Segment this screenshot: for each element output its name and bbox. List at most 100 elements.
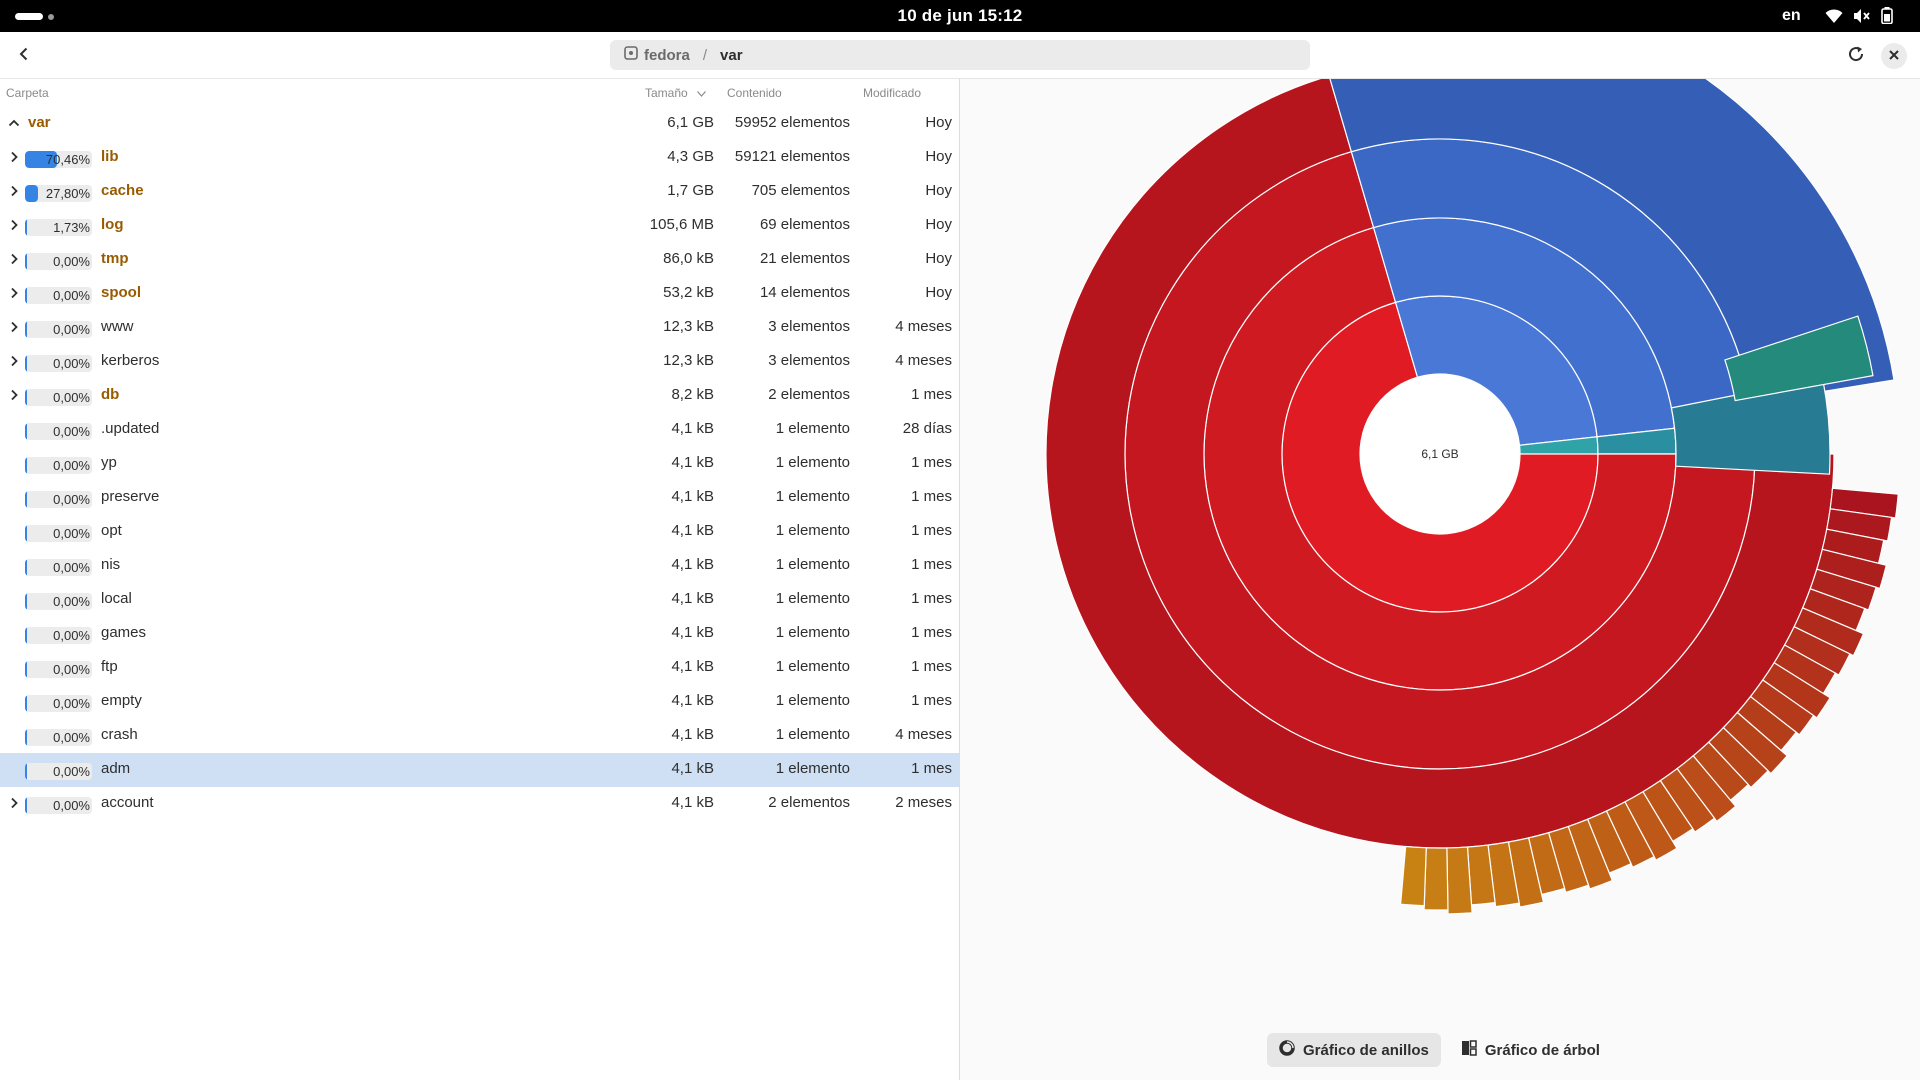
folder-modified: 1 mes — [911, 760, 952, 777]
folder-modified: Hoy — [925, 182, 952, 199]
usage-percent: 0,00% — [53, 254, 90, 269]
folder-content-count: 3 elementos — [768, 318, 850, 335]
table-row[interactable]: 0,00% opt 4,1 kB 1 elemento 1 mes — [0, 515, 959, 549]
ring-segment-tail[interactable] — [1446, 846, 1473, 915]
usage-bar: 70,46% — [25, 151, 92, 168]
chevron-right-icon[interactable] — [7, 354, 21, 368]
wifi-icon — [1825, 8, 1843, 29]
folder-size: 4,1 kB — [671, 624, 714, 641]
table-row[interactable]: 0,00% games 4,1 kB 1 elemento 1 mes — [0, 617, 959, 651]
folder-content-count: 1 elemento — [775, 590, 850, 607]
usage-bar: 0,00% — [25, 321, 92, 338]
table-row[interactable]: 0,00% www 12,3 kB 3 elementos 4 meses — [0, 311, 959, 345]
chevron-right-icon[interactable] — [7, 184, 21, 198]
folder-content-count: 59121 elementos — [734, 148, 850, 165]
tree-chart-icon — [1461, 1040, 1477, 1060]
close-button[interactable] — [1881, 43, 1907, 69]
table-row[interactable]: 0,00% tmp 86,0 kB 21 elementos Hoy — [0, 243, 959, 277]
table-row[interactable]: 1,73% log 105,6 MB 69 elementos Hoy — [0, 209, 959, 243]
chevron-right-icon[interactable] — [7, 252, 21, 266]
usage-bar: 0,00% — [25, 695, 92, 712]
usage-bar-fill — [25, 185, 38, 202]
folder-content-count: 1 elemento — [775, 760, 850, 777]
folder-content-count: 1 elemento — [775, 488, 850, 505]
system-tray[interactable] — [1825, 7, 1893, 29]
usage-bar: 0,00% — [25, 627, 92, 644]
usage-bar-fill — [25, 661, 27, 678]
folder-content-count: 14 elementos — [759, 284, 850, 301]
folder-size: 4,1 kB — [671, 488, 714, 505]
chevron-right-icon[interactable] — [7, 218, 21, 232]
table-row[interactable]: 0,00% kerberos 12,3 kB 3 elementos 4 meses — [0, 345, 959, 379]
battery-icon — [1881, 7, 1893, 29]
chevron-right-icon[interactable] — [7, 388, 21, 402]
folder-size: 86,0 kB — [663, 250, 714, 267]
tree-chart-button[interactable]: Gráfico de árbol — [1449, 1033, 1612, 1067]
folder-content-count: 59952 elementos — [734, 114, 850, 131]
folder-content-count: 3 elementos — [768, 352, 850, 369]
table-row[interactable]: 27,80% cache 1,7 GB 705 elementos Hoy — [0, 175, 959, 209]
chevron-right-icon[interactable] — [7, 320, 21, 334]
folder-modified: 1 mes — [911, 488, 952, 505]
folder-content-count: 1 elemento — [775, 522, 850, 539]
usage-percent: 0,00% — [53, 356, 90, 371]
table-row[interactable]: 0,00% spool 53,2 kB 14 elementos Hoy — [0, 277, 959, 311]
system-top-bar: 10 de jun 15:12 en — [0, 0, 1920, 32]
table-row[interactable]: 0,00% empty 4,1 kB 1 elemento 1 mes — [0, 685, 959, 719]
table-row[interactable]: 0,00% preserve 4,1 kB 1 elemento 1 mes — [0, 481, 959, 515]
usage-percent: 0,00% — [53, 696, 90, 711]
table-row[interactable]: 70,46% lib 4,3 GB 59121 elementos Hoy — [0, 141, 959, 175]
folder-size: 12,3 kB — [663, 352, 714, 369]
folder-name: spool — [101, 284, 141, 301]
table-row[interactable]: 0,00% yp 4,1 kB 1 elemento 1 mes — [0, 447, 959, 481]
usage-bar-fill — [25, 559, 27, 576]
breadcrumb-current[interactable]: var — [720, 47, 743, 64]
usage-bar: 0,00% — [25, 763, 92, 780]
ring-segment-tail[interactable] — [1399, 845, 1427, 907]
back-button[interactable] — [8, 40, 40, 72]
usage-percent: 0,00% — [53, 662, 90, 677]
table-row-root[interactable]: var 6,1 GB 59952 elementos Hoy — [0, 107, 959, 141]
folder-modified: 1 mes — [911, 522, 952, 539]
folder-list: Carpeta Tamaño Contenido Modificado var … — [0, 79, 959, 1080]
usage-percent: 0,00% — [53, 628, 90, 643]
table-row[interactable]: 0,00% ftp 4,1 kB 1 elemento 1 mes — [0, 651, 959, 685]
column-header-size[interactable]: Tamaño — [645, 86, 706, 100]
usage-bar-fill — [25, 491, 27, 508]
table-row[interactable]: 0,00% .updated 4,1 kB 1 elemento 28 días — [0, 413, 959, 447]
table-row[interactable]: 0,00% crash 4,1 kB 1 elemento 4 meses — [0, 719, 959, 753]
folder-name: account — [101, 794, 154, 811]
table-row[interactable]: 0,00% adm 4,1 kB 1 elemento 1 mes — [0, 753, 959, 787]
table-row[interactable]: 0,00% nis 4,1 kB 1 elemento 1 mes — [0, 549, 959, 583]
clock[interactable]: 10 de jun 15:12 — [0, 0, 1920, 32]
column-header-folder[interactable]: Carpeta — [6, 86, 49, 100]
folder-size: 6,1 GB — [667, 114, 714, 131]
folder-modified: 1 mes — [911, 386, 952, 403]
folder-name: ftp — [101, 658, 118, 675]
column-header-modified[interactable]: Modificado — [863, 86, 921, 100]
folder-content-count: 1 elemento — [775, 658, 850, 675]
breadcrumb-root[interactable]: fedora — [644, 47, 690, 64]
ring-chart[interactable]: 6,1 GB — [960, 79, 1920, 1019]
usage-percent: 0,00% — [53, 798, 90, 813]
sort-descending-icon — [697, 86, 706, 100]
folder-size: 4,1 kB — [671, 692, 714, 709]
tree-chart-label: Gráfico de árbol — [1484, 1041, 1600, 1059]
reload-icon — [1847, 45, 1865, 68]
usage-bar-fill — [25, 627, 27, 644]
table-row[interactable]: 0,00% account 4,1 kB 2 elementos 2 meses — [0, 787, 959, 821]
ring-segment-tail[interactable] — [1423, 847, 1449, 911]
chevron-up-icon[interactable] — [7, 116, 21, 130]
usage-bar: 0,00% — [25, 355, 92, 372]
keyboard-layout-indicator[interactable]: en — [1782, 0, 1801, 32]
chevron-right-icon[interactable] — [7, 286, 21, 300]
table-row[interactable]: 0,00% local 4,1 kB 1 elemento 1 mes — [0, 583, 959, 617]
reload-button[interactable] — [1840, 40, 1872, 72]
folder-content-count: 1 elemento — [775, 454, 850, 471]
table-row[interactable]: 0,00% db 8,2 kB 2 elementos 1 mes — [0, 379, 959, 413]
chevron-right-icon[interactable] — [7, 150, 21, 164]
usage-bar-fill — [25, 593, 27, 610]
ring-chart-button[interactable]: Gráfico de anillos — [1267, 1033, 1441, 1067]
chevron-right-icon[interactable] — [7, 796, 21, 810]
column-header-content[interactable]: Contenido — [727, 86, 782, 100]
